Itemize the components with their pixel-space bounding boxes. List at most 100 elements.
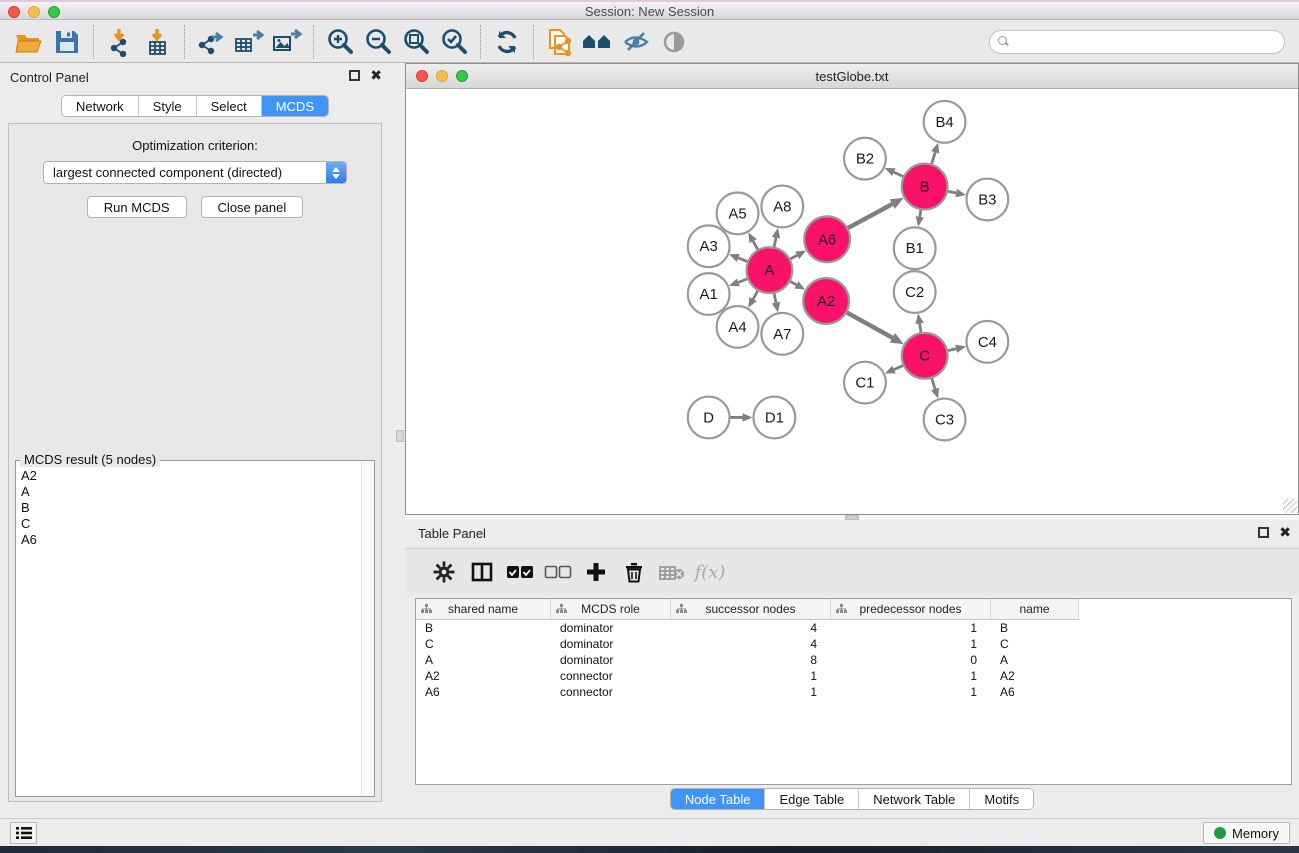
graph-node-A1[interactable]: A1 [688, 273, 730, 315]
tab-edge-table[interactable]: Edge Table [765, 789, 859, 809]
table-cell[interactable]: dominator [551, 636, 671, 652]
result-item[interactable]: C [21, 516, 360, 532]
result-item[interactable]: A [21, 484, 360, 500]
clone-network-icon[interactable] [543, 26, 577, 58]
tab-network[interactable]: Network [62, 96, 139, 116]
memory-button[interactable]: Memory [1203, 822, 1290, 844]
delete-row-icon[interactable] [615, 555, 653, 589]
graph-node-B1[interactable]: B1 [894, 227, 936, 269]
graph-node-C[interactable]: C [902, 333, 948, 379]
table-cell[interactable]: A2 [991, 668, 1079, 684]
graph-node-A3[interactable]: A3 [688, 225, 730, 267]
graph-node-C4[interactable]: C4 [966, 321, 1008, 363]
zoom-out-icon[interactable] [361, 26, 395, 58]
graph-node-D1[interactable]: D1 [753, 397, 795, 439]
table-cell[interactable]: dominator [551, 620, 671, 636]
table-cell[interactable]: 1 [671, 684, 831, 700]
graph-node-A4[interactable]: A4 [717, 306, 759, 348]
deselect-all-icon[interactable] [539, 555, 577, 589]
export-table-icon[interactable] [232, 26, 266, 58]
search-input[interactable] [1009, 35, 1284, 49]
tab-node-table[interactable]: Node Table [671, 789, 766, 809]
select-all-icon[interactable] [501, 555, 539, 589]
export-network-icon[interactable] [194, 26, 228, 58]
column-header-MCDS-role[interactable]: MCDS role [551, 599, 671, 620]
first-neighbors-icon[interactable] [581, 26, 615, 58]
export-image-icon[interactable] [270, 26, 304, 58]
add-row-icon[interactable] [577, 555, 615, 589]
graph-node-C2[interactable]: C2 [894, 271, 936, 313]
table-cell[interactable]: A2 [416, 668, 551, 684]
result-item[interactable]: B [21, 500, 360, 516]
close-panel-button[interactable]: Close panel [201, 196, 304, 218]
hide-selected-icon[interactable] [619, 26, 653, 58]
network-canvas[interactable]: AA1A2A3A4A5A6A7A8BB1B2B3B4CC1C2C3C4DD1 [407, 90, 1297, 513]
table-cell[interactable]: 4 [671, 620, 831, 636]
graph-node-B4[interactable]: B4 [924, 101, 966, 143]
result-item[interactable]: A2 [21, 468, 360, 484]
open-session-icon[interactable] [12, 26, 46, 58]
tab-select[interactable]: Select [197, 96, 262, 116]
zoom-in-icon[interactable] [323, 26, 357, 58]
float-table-panel-icon[interactable] [1258, 527, 1269, 538]
table-cell[interactable]: 1 [831, 636, 991, 652]
vertical-splitter-grip[interactable] [396, 430, 404, 442]
table-cell[interactable]: A6 [991, 684, 1079, 700]
result-item[interactable]: A6 [21, 532, 360, 548]
table-cell[interactable]: connector [551, 684, 671, 700]
tab-mcds[interactable]: MCDS [262, 96, 328, 116]
table-cell[interactable]: 1 [831, 684, 991, 700]
table-cell[interactable]: connector [551, 668, 671, 684]
graph-node-A7[interactable]: A7 [761, 313, 803, 355]
column-header-successor-nodes[interactable]: successor nodes [671, 599, 831, 620]
network-graph[interactable]: AA1A2A3A4A5A6A7A8BB1B2B3B4CC1C2C3C4DD1 [407, 90, 1297, 513]
close-panel-icon[interactable]: ✖ [370, 70, 382, 81]
table-row[interactable]: Adominator80A [416, 652, 1291, 668]
float-panel-icon[interactable] [349, 70, 360, 81]
table-row[interactable]: Cdominator41C [416, 636, 1291, 652]
table-cell[interactable]: C [416, 636, 551, 652]
search-box[interactable] [989, 30, 1285, 54]
settings-icon[interactable] [425, 555, 463, 589]
column-header-predecessor-nodes[interactable]: predecessor nodes [831, 599, 991, 620]
graph-node-B3[interactable]: B3 [966, 179, 1008, 221]
refresh-icon[interactable] [490, 26, 524, 58]
resize-grip-icon[interactable] [1283, 499, 1297, 513]
table-cell[interactable]: A6 [416, 684, 551, 700]
graph-node-A6[interactable]: A6 [804, 216, 850, 262]
table-cell[interactable]: 1 [671, 668, 831, 684]
graph-node-C3[interactable]: C3 [924, 399, 966, 441]
graph-node-D[interactable]: D [688, 397, 730, 439]
column-visibility-icon[interactable] [463, 555, 501, 589]
graph-node-A8[interactable]: A8 [761, 186, 803, 228]
table-cell[interactable]: A [991, 652, 1079, 668]
table-row[interactable]: Bdominator41B [416, 620, 1291, 636]
show-all-icon[interactable] [657, 26, 691, 58]
optimization-criterion-select[interactable]: largest connected component (directed) [43, 161, 347, 184]
table-cell[interactable]: B [416, 620, 551, 636]
graph-node-B[interactable]: B [902, 164, 948, 210]
table-cell[interactable]: 1 [831, 620, 991, 636]
table-cell[interactable]: 0 [831, 652, 991, 668]
tab-network-table[interactable]: Network Table [859, 789, 970, 809]
graph-node-C1[interactable]: C1 [844, 362, 886, 404]
zoom-selected-icon[interactable] [437, 26, 471, 58]
table-cell[interactable]: dominator [551, 652, 671, 668]
result-scrollbar[interactable] [361, 461, 374, 796]
tab-style[interactable]: Style [139, 96, 197, 116]
table-cell[interactable]: B [991, 620, 1079, 636]
column-header-shared-name[interactable]: shared name [416, 599, 551, 620]
save-session-icon[interactable] [50, 26, 84, 58]
import-network-icon[interactable] [103, 26, 137, 58]
table-row[interactable]: A2connector11A2 [416, 668, 1291, 684]
column-header-name[interactable]: name [991, 599, 1079, 620]
import-table-icon[interactable] [141, 26, 175, 58]
table-cell[interactable]: 8 [671, 652, 831, 668]
zoom-fit-icon[interactable] [399, 26, 433, 58]
tab-motifs[interactable]: Motifs [970, 789, 1033, 809]
graph-node-B2[interactable]: B2 [844, 138, 886, 180]
run-mcds-button[interactable]: Run MCDS [87, 196, 187, 218]
table-cell[interactable]: C [991, 636, 1079, 652]
task-history-button[interactable] [10, 822, 37, 844]
close-table-panel-icon[interactable]: ✖ [1279, 527, 1291, 538]
